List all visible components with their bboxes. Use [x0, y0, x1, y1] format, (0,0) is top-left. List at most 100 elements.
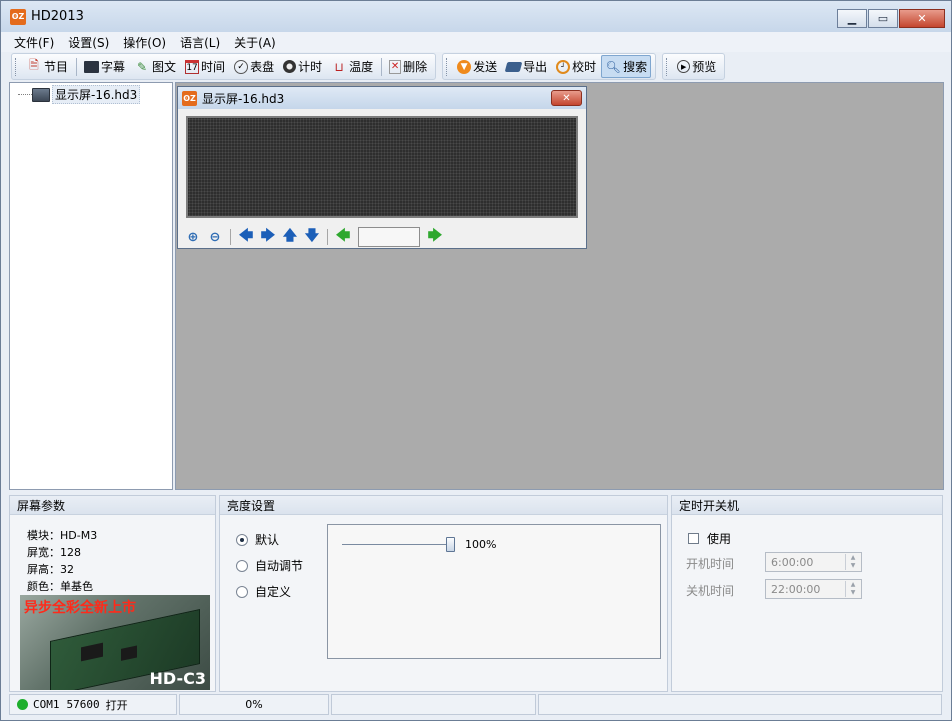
delete-button[interactable]: ✕ 删除	[385, 55, 431, 78]
close-button[interactable]: ✕	[899, 9, 945, 28]
toolbar-grip[interactable]	[666, 57, 669, 76]
child-title-bar[interactable]: ʘZ 显示屏-16.hd3 ✕	[178, 87, 586, 109]
screen-preview-window: ʘZ 显示屏-16.hd3 ✕ ⊕ ⊖ 🡄 🡆 🡅 🡇 🡄 🡆	[177, 86, 587, 249]
power-on-spinner[interactable]: ▲ ▼	[845, 554, 860, 570]
menu-language[interactable]: 语言(L)	[173, 34, 227, 51]
timer-power-panel: 定时开关机 使用 开机时间 6:00:00 ▲ ▼ 关机时间 22:00:00 ▲…	[671, 495, 943, 692]
radio-auto[interactable]: 自动调节	[236, 557, 303, 574]
delete-label: 删除	[403, 60, 428, 74]
project-tree[interactable]: 显示屏-16.hd3	[9, 82, 173, 490]
brightness-slider-thumb[interactable]	[446, 537, 455, 552]
power-on-time-value: 6:00:00	[771, 555, 814, 569]
toolbar: 🗎 节目 字幕 ✎ 图文 17 时间 ✓ 表盘 计时 ⊔ 温度 ✕ 删除 ▼ 发送 导出 ┘ 校…	[11, 53, 731, 80]
progress-status: 0%	[179, 694, 329, 715]
child-window-title: 显示屏-16.hd3	[202, 91, 285, 106]
toolbar-group-content: 🗎 节目 字幕 ✎ 图文 17 时间 ✓ 表盘 计时 ⊔ 温度 ✕ 删除	[11, 53, 437, 80]
product-ad-image[interactable]: 异步全彩全新上市 HD-C3	[20, 595, 210, 690]
temperature-button[interactable]: ⊔ 温度	[327, 55, 377, 78]
brightness-header: 亮度设置	[220, 496, 667, 515]
use-timer-checkbox[interactable]	[688, 533, 699, 544]
timer-button[interactable]: 计时	[279, 55, 326, 78]
radio-default[interactable]: 默认	[236, 531, 279, 548]
image-text-label: 图文	[152, 60, 177, 74]
export-icon	[504, 61, 523, 72]
zoom-in-button[interactable]: ⊕	[182, 227, 204, 247]
port-state: 打开	[105, 698, 128, 712]
page-number-input[interactable]	[358, 227, 420, 247]
led-display-preview[interactable]	[186, 116, 578, 218]
move-up-button[interactable]: 🡅	[279, 227, 301, 247]
dial-label: 表盘	[250, 60, 275, 74]
power-on-time-input[interactable]: 6:00:00 ▲ ▼	[765, 552, 862, 572]
timer-label: 计时	[298, 60, 323, 74]
move-right-button[interactable]: 🡆	[257, 227, 279, 247]
color-param: 颜色：单基色	[27, 580, 93, 593]
subtitle-icon	[84, 60, 100, 73]
subtitle-button[interactable]: 字幕	[80, 55, 129, 78]
main-window: ʘZ HD2013 ▁ ▭ ✕ 文件(F) 设置(S) 操作(O) 语言(L) …	[0, 0, 952, 721]
sync-time-button[interactable]: ┘ 校时	[552, 55, 600, 78]
status-cell-empty	[538, 694, 942, 715]
board-chip	[121, 645, 137, 661]
board-chip	[81, 642, 103, 662]
search-icon: 🔍︎	[605, 59, 621, 74]
send-label: 发送	[473, 60, 498, 74]
preview-label: 预览	[692, 60, 717, 74]
prev-page-button[interactable]: 🡄	[332, 227, 354, 247]
maximize-button[interactable]: ▭	[868, 9, 898, 28]
ad-headline: 异步全彩全新上市	[24, 600, 136, 616]
move-down-button[interactable]: 🡇	[301, 227, 323, 247]
radio-default-label: 默认	[255, 533, 280, 547]
next-green-arrow-icon: 🡆	[427, 228, 443, 244]
app-logo-icon: ʘZ	[182, 90, 197, 106]
send-button[interactable]: ▼ 发送	[453, 55, 501, 78]
title-bar[interactable]: ʘZ HD2013 ▁ ▭ ✕	[1, 1, 951, 32]
radio-custom[interactable]: 自定义	[236, 583, 291, 600]
use-timer-checkbox-row[interactable]: 使用	[688, 530, 731, 547]
search-label: 搜索	[623, 60, 648, 74]
window-controls: ▁ ▭ ✕	[837, 9, 945, 28]
preview-icon: ▶	[677, 60, 691, 73]
search-button[interactable]: 🔍︎ 搜索	[601, 55, 652, 78]
module-param: 模块：HD-M3	[27, 529, 98, 542]
calendar-icon: 17	[185, 59, 200, 74]
radio-custom-control[interactable]	[236, 585, 248, 598]
time-label: 时间	[201, 60, 226, 74]
power-off-spinner[interactable]: ▲ ▼	[845, 581, 860, 597]
minimize-button[interactable]: ▁	[837, 9, 867, 28]
export-button[interactable]: 导出	[502, 55, 551, 78]
radio-auto-control[interactable]	[236, 559, 248, 572]
width-param: 屏宽：128	[27, 546, 81, 559]
toolbar-grip[interactable]	[446, 57, 449, 76]
next-page-button[interactable]: 🡆	[424, 227, 446, 247]
move-left-button[interactable]: 🡄	[235, 227, 257, 247]
power-off-label: 关机时间	[686, 584, 735, 598]
menu-file[interactable]: 文件(F)	[7, 34, 61, 51]
tree-node-screen[interactable]: 显示屏-16.hd3	[18, 85, 141, 104]
brightness-panel: 亮度设置 默认 自动调节 自定义 100%	[219, 495, 668, 692]
sync-time-label: 校时	[572, 60, 597, 74]
height-param: 屏高：32	[27, 563, 74, 576]
tree-node-label: 显示屏-16.hd3	[52, 85, 141, 104]
tree-connector	[18, 94, 32, 95]
image-text-button[interactable]: ✎ 图文	[130, 55, 180, 78]
brightness-slider-track[interactable]	[342, 544, 454, 545]
preview-button[interactable]: ▶ 预览	[673, 55, 720, 78]
menu-settings[interactable]: 设置(S)	[61, 34, 116, 51]
power-off-time-input[interactable]: 22:00:00 ▲ ▼	[765, 579, 862, 599]
child-close-button[interactable]: ✕	[551, 90, 582, 106]
dial-button[interactable]: ✓ 表盘	[230, 55, 278, 78]
image-text-icon: ✎	[137, 59, 148, 74]
zoom-out-button[interactable]: ⊖	[204, 227, 226, 247]
program-button[interactable]: 🗎 节目	[22, 55, 72, 78]
toolbar-grip[interactable]	[15, 57, 18, 76]
menu-bar: 文件(F) 设置(S) 操作(O) 语言(L) 关于(A)	[1, 32, 951, 52]
arrow-up-icon: 🡅	[282, 228, 298, 244]
menu-operation[interactable]: 操作(O)	[116, 34, 173, 51]
radio-default-control[interactable]	[236, 533, 248, 546]
zoom-out-icon: ⊖	[209, 229, 221, 245]
menu-about[interactable]: 关于(A)	[227, 34, 283, 51]
clock-dial-icon: ✓	[234, 59, 249, 74]
app-logo-icon: ʘZ	[10, 8, 26, 25]
time-button[interactable]: 17 时间	[181, 55, 229, 78]
